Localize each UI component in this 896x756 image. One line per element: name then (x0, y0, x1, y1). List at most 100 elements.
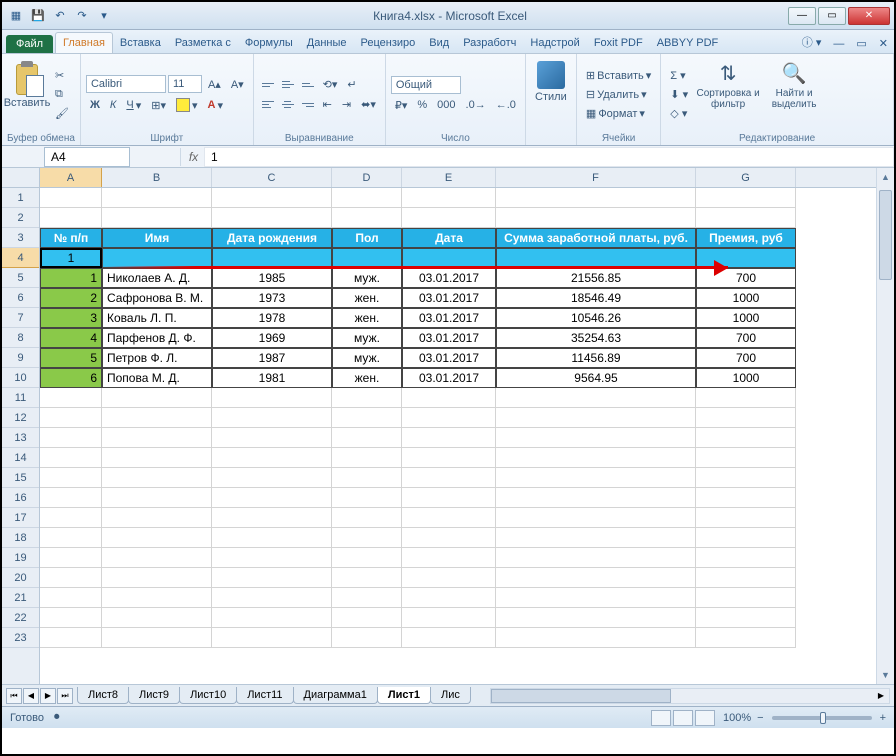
col-header-A[interactable]: A (40, 168, 102, 187)
cell[interactable] (102, 408, 212, 428)
ribbon-tab-3[interactable]: Формулы (238, 33, 300, 53)
cell[interactable] (402, 388, 496, 408)
row-header[interactable]: 18 (2, 528, 39, 548)
cell[interactable] (212, 508, 332, 528)
fx-button[interactable]: fx (180, 148, 200, 166)
redo-icon[interactable]: ↷ (74, 8, 90, 24)
name-box[interactable]: A4 (44, 147, 130, 167)
cell[interactable]: муж. (332, 328, 402, 348)
underline-button[interactable]: Ч▾ (122, 97, 145, 114)
row-header[interactable]: 2 (2, 208, 39, 228)
cell[interactable] (496, 628, 696, 648)
cell[interactable] (332, 488, 402, 508)
cell[interactable] (696, 408, 796, 428)
col-header-C[interactable]: C (212, 168, 332, 187)
cell[interactable]: Премия, руб (696, 228, 796, 248)
cell[interactable] (696, 488, 796, 508)
sheet-tab[interactable]: Лист8 (77, 687, 129, 704)
paste-button[interactable]: Вставить (7, 57, 47, 132)
cell[interactable] (402, 548, 496, 568)
cell[interactable] (402, 248, 496, 268)
cell[interactable]: 03.01.2017 (402, 308, 496, 328)
cell[interactable]: 3 (40, 308, 102, 328)
row-header[interactable]: 23 (2, 628, 39, 648)
clear-button[interactable]: ◇ ▾ (666, 105, 692, 122)
cell[interactable] (332, 508, 402, 528)
cell[interactable] (696, 568, 796, 588)
sheet-tab[interactable]: Диаграмма1 (293, 687, 378, 704)
cell[interactable]: 1987 (212, 348, 332, 368)
bold-button[interactable]: Ж (86, 97, 104, 113)
indent-inc-button[interactable]: ⇥ (338, 96, 355, 113)
cell[interactable] (696, 628, 796, 648)
cell[interactable]: муж. (332, 268, 402, 288)
cell[interactable] (102, 248, 212, 268)
cell[interactable]: 700 (696, 348, 796, 368)
cell[interactable] (696, 608, 796, 628)
cell[interactable] (332, 548, 402, 568)
cell[interactable]: 700 (696, 328, 796, 348)
cell[interactable] (496, 448, 696, 468)
ribbon-tab-1[interactable]: Вставка (113, 33, 168, 53)
cell[interactable] (212, 468, 332, 488)
row-header[interactable]: 13 (2, 428, 39, 448)
cell[interactable] (212, 448, 332, 468)
cell[interactable]: 6 (40, 368, 102, 388)
cell[interactable]: 35254.63 (496, 328, 696, 348)
cell[interactable] (496, 248, 696, 268)
find-select-button[interactable]: 🔍 Найти и выделить (764, 57, 824, 132)
cell[interactable] (696, 208, 796, 228)
cell[interactable] (102, 188, 212, 208)
sheet-tab[interactable]: Лист11 (236, 687, 293, 704)
cell[interactable]: Парфенов Д. Ф. (102, 328, 212, 348)
scroll-right-icon[interactable]: ▶ (873, 689, 889, 703)
row-header[interactable]: 4 (2, 248, 39, 268)
cell[interactable] (496, 428, 696, 448)
sheet-tab[interactable]: Лист10 (179, 687, 237, 704)
cell[interactable] (40, 488, 102, 508)
italic-button[interactable]: К (106, 97, 120, 113)
cell[interactable] (332, 208, 402, 228)
cell[interactable] (40, 588, 102, 608)
cell[interactable] (40, 548, 102, 568)
cell[interactable] (40, 428, 102, 448)
cell[interactable] (212, 568, 332, 588)
cell[interactable] (332, 448, 402, 468)
cell[interactable] (332, 188, 402, 208)
dec-decimal-button[interactable]: ←.0 (492, 97, 520, 113)
cell[interactable] (102, 208, 212, 228)
qat-more-icon[interactable]: ▾ (96, 8, 112, 24)
cell[interactable]: Пол (332, 228, 402, 248)
comma-button[interactable]: 000 (433, 97, 459, 113)
zoom-level[interactable]: 100% (723, 712, 751, 724)
align-center-button[interactable] (279, 97, 297, 113)
row-header[interactable]: 20 (2, 568, 39, 588)
page-break-view-button[interactable] (695, 710, 715, 726)
ribbon-tab-7[interactable]: Разработч (456, 33, 523, 53)
ribbon-tab-2[interactable]: Разметка с (168, 33, 238, 53)
ribbon-tab-9[interactable]: Foxit PDF (587, 33, 650, 53)
border-button[interactable]: ⊞▾ (147, 97, 170, 114)
cell[interactable] (332, 248, 402, 268)
row-header[interactable]: 22 (2, 608, 39, 628)
row-header[interactable]: 11 (2, 388, 39, 408)
cell[interactable] (696, 468, 796, 488)
cell[interactable]: 1 (40, 248, 102, 268)
cell[interactable] (212, 628, 332, 648)
cell[interactable] (402, 488, 496, 508)
ribbon-tab-4[interactable]: Данные (300, 33, 354, 53)
cell[interactable] (402, 628, 496, 648)
cell[interactable]: 9564.95 (496, 368, 696, 388)
sheet-prev-icon[interactable]: ◀ (23, 688, 39, 704)
cell[interactable]: 18546.49 (496, 288, 696, 308)
cell[interactable]: 03.01.2017 (402, 268, 496, 288)
ribbon-tab-5[interactable]: Рецензиро (354, 33, 423, 53)
format-painter-button[interactable]: 🖌 (51, 105, 73, 122)
cell[interactable] (212, 188, 332, 208)
cell[interactable] (332, 608, 402, 628)
cell[interactable] (212, 488, 332, 508)
cell[interactable]: Дата (402, 228, 496, 248)
col-header-D[interactable]: D (332, 168, 402, 187)
cell[interactable] (212, 588, 332, 608)
cell[interactable]: 03.01.2017 (402, 328, 496, 348)
